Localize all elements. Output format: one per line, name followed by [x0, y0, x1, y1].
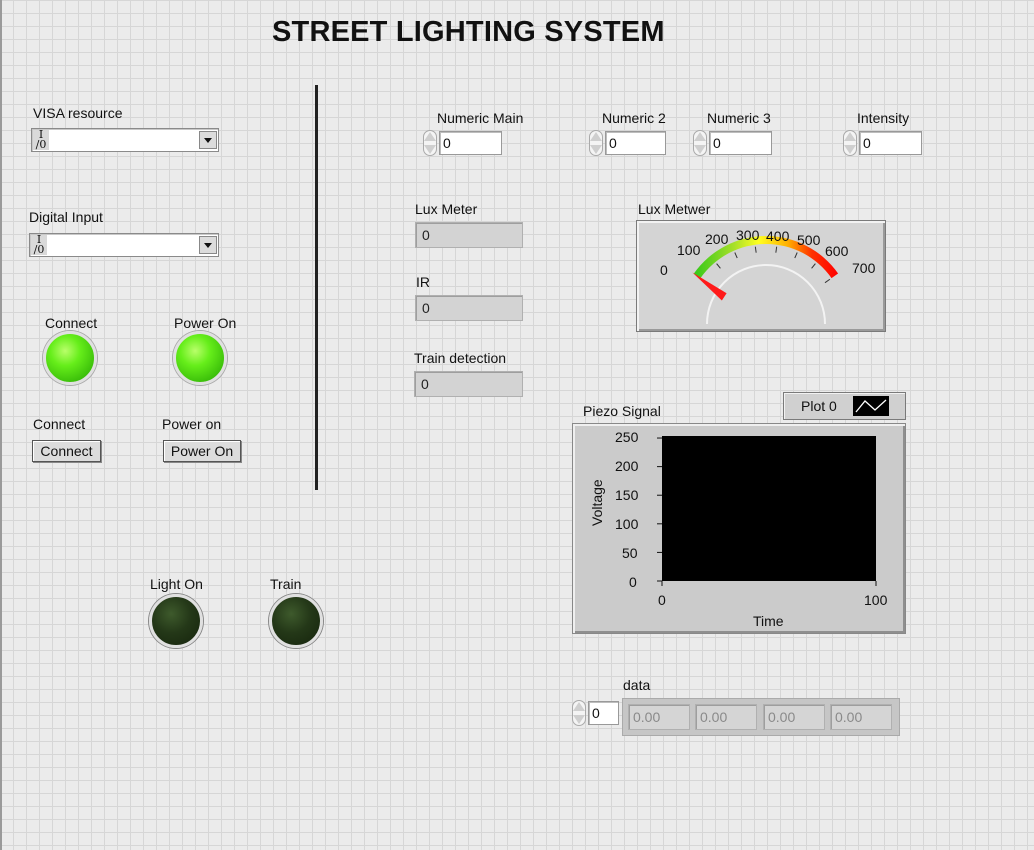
connect-button-caption: Connect: [33, 416, 86, 432]
io-icon: I/0: [31, 234, 47, 255]
gauge-tick: [754, 246, 757, 253]
numeric-2-control[interactable]: 0: [588, 130, 666, 156]
power-led-indicator: [173, 331, 227, 385]
y-tick-label: 50: [622, 545, 638, 561]
array-index-field[interactable]: 0: [588, 701, 619, 725]
piezo-graph: 0 50 100 150 200 250 0 100 Time Voltage: [572, 423, 906, 634]
array-cell: 0.00: [830, 704, 892, 730]
gauge-tick-label: 300: [736, 227, 760, 243]
dropdown-arrow-icon[interactable]: [199, 131, 217, 149]
connect-button[interactable]: Connect: [32, 440, 101, 462]
array-cell: 0.00: [763, 704, 825, 730]
power-led-label: Power On: [174, 315, 237, 331]
gauge-tick: [716, 263, 721, 269]
train-led-indicator: [269, 594, 323, 648]
io-icon: I/0: [33, 129, 49, 150]
y-tick-label: 200: [615, 458, 639, 474]
intensity-control[interactable]: 0: [842, 130, 922, 156]
train-detection-label: Train detection: [414, 350, 507, 366]
gauge-tick-label: 700: [852, 260, 876, 276]
y-tick-label: 150: [615, 487, 639, 503]
visa-resource-label: VISA resource: [33, 105, 123, 121]
y-tick-label: 0: [629, 574, 637, 590]
visa-resource-combo[interactable]: I/0: [31, 128, 219, 152]
gauge-tick: [775, 246, 778, 253]
digital-input-label: Digital Input: [29, 209, 103, 225]
y-tick-label: 250: [615, 429, 639, 445]
plot-area: [662, 436, 876, 581]
lux-meter-label: Lux Meter: [415, 201, 478, 217]
power-button-caption: Power on: [162, 416, 222, 432]
connect-led-label: Connect: [45, 315, 98, 331]
panel-left-edge: [0, 0, 2, 850]
gauge-tick-label: 600: [825, 243, 849, 259]
x-tick-label: 100: [864, 592, 888, 608]
data-array-label: data: [623, 677, 651, 693]
train-detection-indicator: 0: [414, 371, 523, 397]
x-axis-label: Time: [753, 613, 784, 629]
numeric-main-control[interactable]: 0: [422, 130, 502, 156]
spin-arrows-icon[interactable]: [422, 130, 438, 156]
gauge-tick: [734, 252, 738, 259]
array-index-control[interactable]: 0: [571, 700, 619, 726]
spin-arrows-icon[interactable]: [571, 700, 587, 726]
plot-legend[interactable]: Plot 0: [783, 392, 906, 420]
vertical-divider: [315, 85, 318, 490]
spin-arrows-icon[interactable]: [692, 130, 708, 156]
numeric-3-field[interactable]: 0: [709, 131, 772, 155]
numeric-2-field[interactable]: 0: [605, 131, 666, 155]
legend-plot-name: Plot 0: [801, 398, 837, 414]
gauge-tick-label: 500: [797, 232, 821, 248]
lux-meter-indicator: 0: [415, 222, 523, 248]
connect-led-indicator: [43, 331, 97, 385]
numeric-3-label: Numeric 3: [707, 110, 771, 126]
spin-arrows-icon[interactable]: [588, 130, 604, 156]
train-led-label: Train: [270, 576, 302, 592]
numeric-main-field[interactable]: 0: [439, 131, 502, 155]
ir-indicator: 0: [415, 295, 523, 321]
data-array: 0.00 0.00 0.00 0.00: [622, 698, 900, 736]
numeric-3-control[interactable]: 0: [692, 130, 772, 156]
gauge-tick: [794, 252, 798, 259]
array-cell: 0.00: [695, 704, 757, 730]
dropdown-arrow-icon[interactable]: [199, 236, 217, 254]
numeric-main-label: Numeric Main: [437, 110, 524, 126]
gauge-svg: [692, 236, 839, 325]
gauge-tick-label: 100: [677, 242, 701, 258]
y-tick-label: 100: [615, 516, 639, 532]
intensity-label: Intensity: [857, 110, 910, 126]
gauge-label: Lux Metwer: [638, 201, 711, 217]
gauge-tick-label: 0: [660, 262, 668, 278]
digital-input-combo[interactable]: I/0: [29, 233, 219, 257]
plot-line-icon: [853, 396, 889, 416]
ir-label: IR: [416, 274, 430, 290]
light-led-label: Light On: [150, 576, 203, 592]
power-on-button[interactable]: Power On: [163, 440, 241, 462]
gauge-tick: [824, 278, 831, 284]
page-title: STREET LIGHTING SYSTEM: [272, 16, 665, 48]
gauge-tick-label: 200: [705, 231, 729, 247]
gauge-tick: [811, 263, 816, 269]
array-cell: 0.00: [628, 704, 690, 730]
graph-label: Piezo Signal: [583, 403, 661, 419]
lux-gauge: 0 100 200 300 400 500 600 700: [636, 220, 886, 332]
numeric-2-label: Numeric 2: [602, 110, 666, 126]
spin-arrows-icon[interactable]: [842, 130, 858, 156]
x-tick-label: 0: [658, 592, 666, 608]
gauge-tick-label: 400: [766, 228, 790, 244]
intensity-field[interactable]: 0: [859, 131, 922, 155]
light-on-led-indicator: [149, 594, 203, 648]
y-axis-label: Voltage: [589, 479, 605, 526]
